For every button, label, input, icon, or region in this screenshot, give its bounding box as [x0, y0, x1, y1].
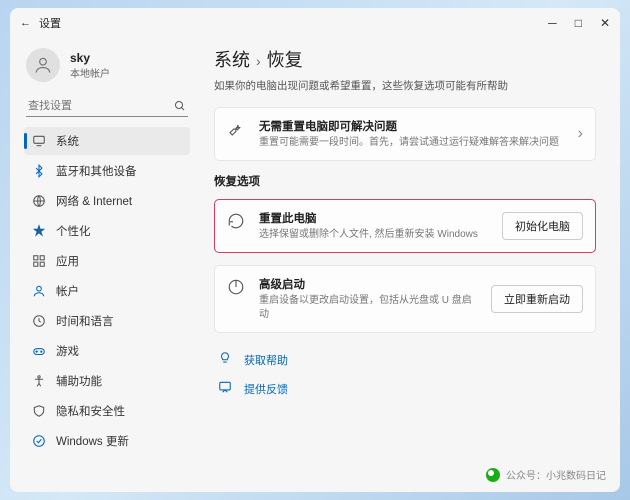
sidebar-item-personalize[interactable]: 个性化 — [24, 217, 190, 245]
reset-pc-button[interactable]: 初始化电脑 — [502, 212, 583, 240]
titlebar: ← 设置 ─ □ ✕ — [10, 8, 620, 38]
sidebar-item-label: 网络 & Internet — [56, 193, 132, 209]
sidebar-item-network[interactable]: 网络 & Internet — [24, 187, 190, 215]
search-box[interactable] — [26, 96, 188, 117]
wrench-icon — [227, 118, 247, 143]
power-icon — [227, 276, 247, 301]
search-input[interactable] — [28, 100, 174, 112]
sidebar-item-label: 蓝牙和其他设备 — [56, 163, 137, 179]
reset-icon — [227, 210, 247, 235]
user-sub: 本地帐户 — [70, 65, 110, 80]
bluetooth-icon — [32, 164, 46, 178]
app-title: 设置 — [39, 15, 61, 31]
sidebar-item-accessibility[interactable]: 辅助功能 — [24, 367, 190, 395]
nav-list: 系统蓝牙和其他设备网络 & Internet 个性化应用帐户时间和语言游戏辅助功能… — [24, 127, 190, 455]
minimize-button[interactable]: ─ — [548, 16, 557, 30]
sidebar-item-gaming[interactable]: 游戏 — [24, 337, 190, 365]
network-icon — [32, 194, 46, 208]
sidebar-item-label: 个性化 — [56, 223, 91, 239]
watermark-text: 公众号：小兆数码日记 — [506, 467, 606, 482]
avatar — [26, 48, 60, 82]
sidebar-item-time[interactable]: 时间和语言 — [24, 307, 190, 335]
sidebar-item-bluetooth[interactable]: 蓝牙和其他设备 — [24, 157, 190, 185]
update-icon — [32, 434, 46, 448]
sidebar-item-privacy[interactable]: 隐私和安全性 — [24, 397, 190, 425]
sidebar-item-update[interactable]: Windows 更新 — [24, 427, 190, 455]
sidebar-item-label: Windows 更新 — [56, 433, 129, 449]
reset-title: 重置此电脑 — [259, 210, 490, 226]
sidebar-item-label: 时间和语言 — [56, 313, 114, 329]
sidebar-item-accounts[interactable]: 帐户 — [24, 277, 190, 305]
reset-pc-card: 重置此电脑 选择保留或删除个人文件, 然后重新安装 Windows 初始化电脑 — [214, 199, 596, 253]
feedback-label: 提供反馈 — [244, 381, 288, 397]
troubleshoot-title: 无需重置电脑即可解决问题 — [259, 118, 566, 134]
sidebar-item-label: 应用 — [56, 253, 79, 269]
watermark: 公众号：小兆数码日记 — [486, 467, 606, 482]
advanced-sub: 重启设备以更改启动设置，包括从光盘或 U 盘启动 — [259, 294, 479, 322]
user-name: sky — [70, 51, 110, 65]
help-label: 获取帮助 — [244, 352, 288, 368]
recovery-section-title: 恢复选项 — [214, 173, 596, 189]
search-icon — [174, 100, 186, 112]
page-desc: 如果你的电脑出现问题或希望重置，这些恢复选项可能有所帮助 — [214, 78, 596, 93]
breadcrumb: 系统›恢复 — [214, 46, 596, 72]
advanced-startup-card: 高级启动 重启设备以更改启动设置，包括从光盘或 U 盘启动 立即重新启动 — [214, 265, 596, 333]
breadcrumb-parent[interactable]: 系统 — [214, 50, 250, 70]
apps-icon — [32, 254, 46, 268]
sidebar-item-apps[interactable]: 应用 — [24, 247, 190, 275]
troubleshoot-sub: 重置可能需要一段时间。首先，请尝试通过运行疑难解答来解决问题 — [259, 136, 566, 150]
sidebar-item-label: 帐户 — [56, 283, 79, 299]
sidebar-item-label: 游戏 — [56, 343, 79, 359]
feedback-link[interactable]: 提供反馈 — [214, 374, 596, 403]
settings-window: ← 设置 ─ □ ✕ sky 本地帐户 系统蓝牙和其他设备网络 — [10, 8, 620, 492]
privacy-icon — [32, 404, 46, 418]
feedback-icon — [218, 380, 234, 397]
user-icon — [33, 55, 53, 75]
reset-sub: 选择保留或删除个人文件, 然后重新安装 Windows — [259, 228, 490, 242]
content: sky 本地帐户 系统蓝牙和其他设备网络 & Internet 个性化应用帐户时间… — [10, 38, 620, 492]
restart-now-button[interactable]: 立即重新启动 — [491, 285, 583, 313]
user-profile[interactable]: sky 本地帐户 — [24, 44, 190, 92]
wechat-icon — [486, 468, 500, 482]
sidebar-item-system[interactable]: 系统 — [24, 127, 190, 155]
help-icon — [218, 351, 234, 368]
system-icon — [32, 134, 46, 148]
back-button[interactable]: ← — [20, 17, 31, 29]
accessibility-icon — [32, 374, 46, 388]
close-button[interactable]: ✕ — [600, 16, 610, 30]
advanced-title: 高级启动 — [259, 276, 479, 292]
troubleshoot-card[interactable]: 无需重置电脑即可解决问题 重置可能需要一段时间。首先，请尝试通过运行疑难解答来解… — [214, 107, 596, 161]
main-panel: 系统›恢复 如果你的电脑出现问题或希望重置，这些恢复选项可能有所帮助 无需重置电… — [200, 38, 620, 492]
accounts-icon — [32, 284, 46, 298]
personalize-icon — [32, 224, 46, 238]
breadcrumb-current: 恢复 — [267, 50, 303, 70]
sidebar: sky 本地帐户 系统蓝牙和其他设备网络 & Internet 个性化应用帐户时间… — [10, 38, 200, 492]
sidebar-item-label: 辅助功能 — [56, 373, 102, 389]
chevron-right-icon: › — [578, 125, 583, 143]
get-help-link[interactable]: 获取帮助 — [214, 345, 596, 374]
sidebar-item-label: 系统 — [56, 133, 79, 149]
maximize-button[interactable]: □ — [575, 16, 582, 30]
time-icon — [32, 314, 46, 328]
sidebar-item-label: 隐私和安全性 — [56, 403, 125, 419]
gaming-icon — [32, 344, 46, 358]
